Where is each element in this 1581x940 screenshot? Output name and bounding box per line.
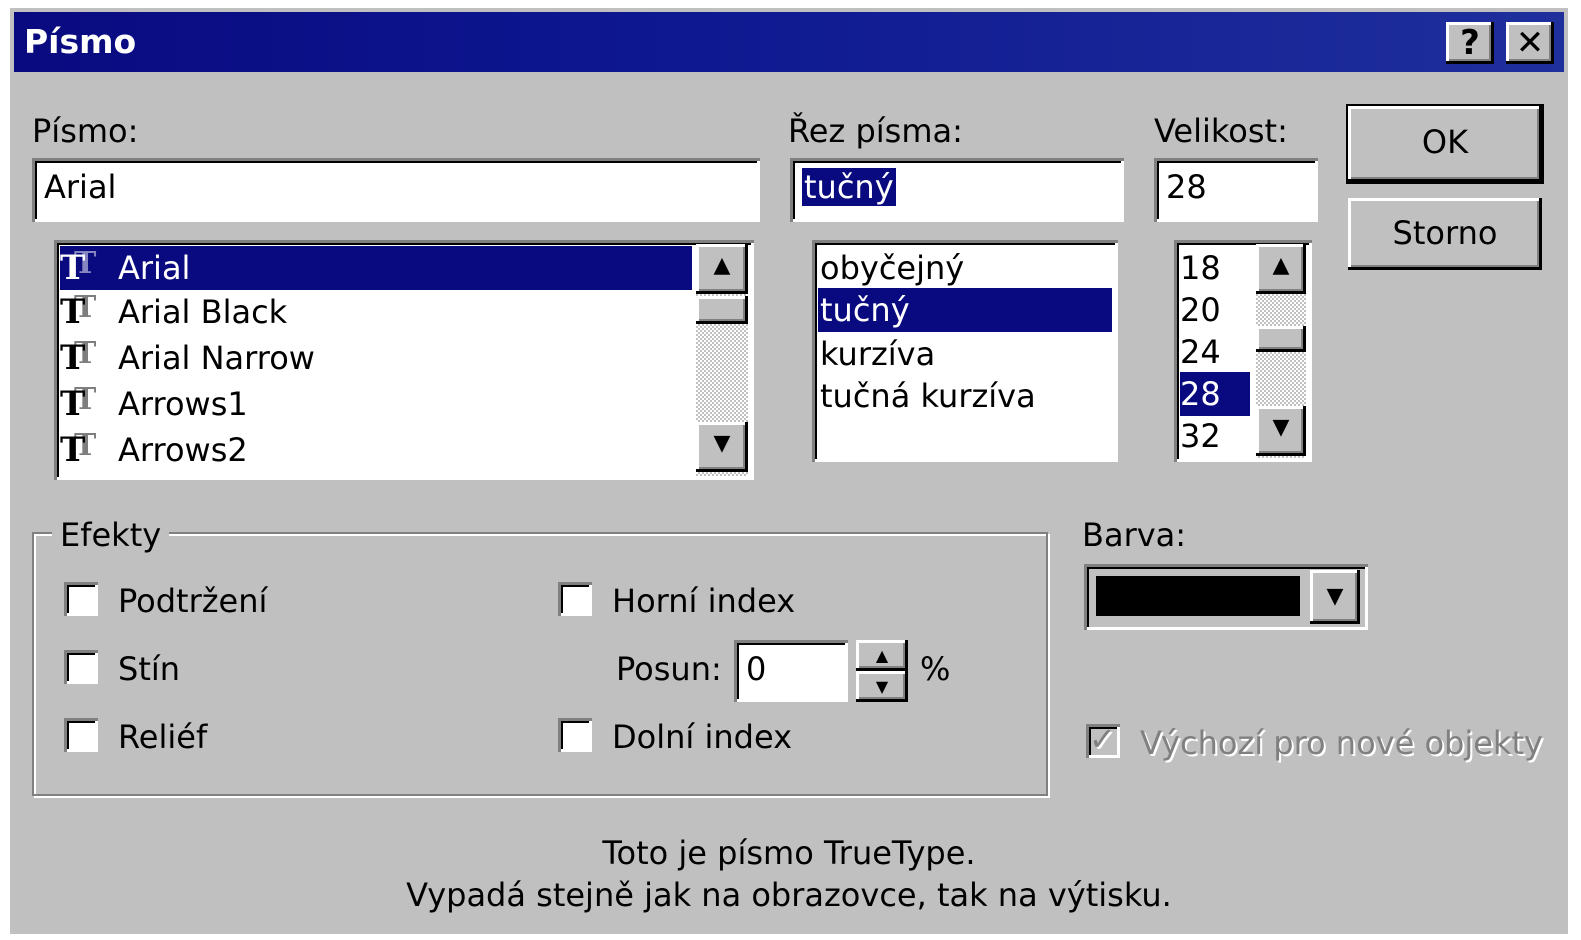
cancel-button[interactable]: Storno: [1348, 198, 1542, 270]
truetype-icon: TT: [60, 290, 97, 332]
font-info-line2: Vypadá stejně jak na obrazovce, tak na v…: [406, 876, 1172, 914]
font-list[interactable]: T T Arial T T Arial Black T T Arial Narrow TTA…: [54, 240, 754, 480]
font-label: Písmo:: [32, 112, 139, 150]
scroll-thumb[interactable]: [1256, 326, 1306, 352]
subscript-label: Dolní index: [612, 718, 792, 756]
style-list-item[interactable]: obyčejný: [818, 246, 1112, 290]
underline-checkbox[interactable]: [64, 582, 98, 616]
arrow-down-icon: ▼: [875, 677, 889, 696]
arrow-up-icon: ▲: [875, 646, 889, 665]
font-input-value: Arial: [44, 168, 117, 206]
help-button[interactable]: ?: [1446, 22, 1494, 64]
size-list-item[interactable]: 20: [1180, 288, 1250, 332]
arrow-down-icon: ▼: [1272, 415, 1290, 440]
shadow-checkbox[interactable]: [64, 650, 98, 684]
size-input[interactable]: 28: [1154, 158, 1318, 222]
font-info-line1: Toto je písmo TrueType.: [602, 834, 976, 872]
emboss-checkbox[interactable]: [64, 718, 98, 752]
scroll-up-button[interactable]: ▲: [696, 244, 748, 294]
style-input-value: tučný: [802, 168, 896, 206]
title-bar[interactable]: Písmo ? ✕: [14, 12, 1564, 72]
font-list-item[interactable]: T T Arial Black: [60, 290, 287, 334]
font-list-item[interactable]: T T Arrows2: [60, 428, 248, 472]
emboss-label: Reliéf: [118, 718, 208, 756]
arrow-down-icon: ▼: [713, 431, 731, 456]
color-label: Barva:: [1082, 516, 1187, 554]
font-input[interactable]: Arial: [32, 158, 760, 222]
underline-label: Podtržení: [118, 582, 268, 620]
truetype-icon: TT: [60, 382, 97, 424]
scroll-down-button[interactable]: ▼: [1256, 406, 1306, 456]
dialog-title: Písmo: [24, 22, 137, 61]
style-list-item[interactable]: tučný: [818, 288, 1112, 332]
arrow-up-icon: ▲: [1272, 253, 1290, 278]
size-list-item[interactable]: 28: [1180, 372, 1250, 416]
size-label: Velikost:: [1154, 112, 1288, 150]
dropdown-button[interactable]: ▼: [1310, 570, 1360, 624]
superscript-label: Horní index: [612, 582, 796, 620]
arrow-up-icon: ▲: [713, 253, 731, 278]
offset-input[interactable]: 0: [734, 640, 848, 702]
scroll-up-button[interactable]: ▲: [1256, 244, 1306, 294]
shadow-label: Stín: [118, 650, 181, 688]
style-list-item[interactable]: tučná kurzíva: [818, 374, 1112, 418]
close-icon: ✕: [1515, 23, 1545, 63]
percent-label: %: [920, 650, 951, 688]
truetype-icon: TT: [60, 336, 97, 378]
default-checkbox[interactable]: ✓: [1086, 720, 1120, 758]
ok-button[interactable]: OK: [1346, 104, 1544, 184]
offset-down-button[interactable]: ▼: [856, 671, 908, 702]
truetype-icon: TT: [60, 428, 97, 470]
subscript-checkbox[interactable]: [558, 718, 592, 752]
effects-legend: Efekty: [52, 516, 170, 554]
style-list-item[interactable]: kurzíva: [818, 332, 1112, 376]
scroll-thumb[interactable]: [696, 296, 748, 324]
chevron-down-icon: ▼: [1326, 584, 1344, 609]
style-label: Řez písma:: [788, 112, 963, 150]
offset-up-button[interactable]: ▲: [856, 640, 908, 671]
checkmark-icon: ✓: [1089, 720, 1116, 758]
offset-input-value: 0: [746, 650, 767, 688]
font-dialog: Písmo ? ✕ Písmo: Arial T T Arial T T Arial B…: [10, 8, 1568, 934]
size-input-value: 28: [1166, 168, 1207, 206]
color-swatch: [1096, 576, 1300, 616]
color-dropdown[interactable]: ▼: [1084, 564, 1368, 630]
font-list-item[interactable]: T T Arrows1: [60, 382, 248, 426]
size-list-item[interactable]: 24: [1180, 330, 1250, 374]
offset-label: Posun:: [616, 650, 722, 688]
scroll-down-button[interactable]: ▼: [696, 422, 748, 472]
style-input[interactable]: tučný: [790, 158, 1124, 222]
size-list-item[interactable]: 18: [1180, 246, 1250, 290]
style-list[interactable]: obyčejný tučný kurzíva tučná kurzíva: [812, 240, 1118, 462]
close-button[interactable]: ✕: [1506, 22, 1554, 64]
font-list-item[interactable]: T T Arial: [60, 246, 692, 290]
truetype-icon: TT: [60, 246, 97, 288]
font-list-item[interactable]: T T Arial Narrow: [60, 336, 315, 380]
default-checkbox-label: Výchozí pro nové objekty: [1140, 724, 1543, 762]
size-list[interactable]: 18 20 24 28 32 ▲ ▼: [1174, 240, 1312, 462]
superscript-checkbox[interactable]: [558, 582, 592, 616]
size-list-item[interactable]: 32: [1180, 414, 1250, 458]
